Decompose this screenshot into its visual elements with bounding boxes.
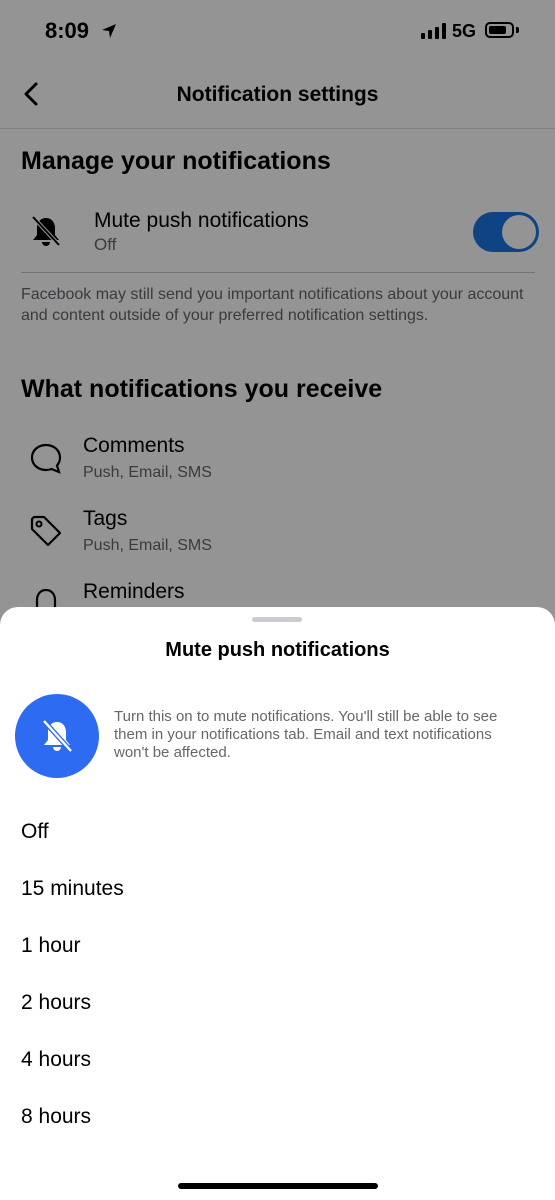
option-1-hour[interactable]: 1 hour: [21, 934, 81, 958]
grab-handle[interactable]: [252, 617, 302, 622]
home-indicator[interactable]: [178, 1183, 378, 1189]
sheet-title: Mute push notifications: [165, 639, 390, 661]
muted-bell-icon: [42, 719, 73, 753]
option-4-hours[interactable]: 4 hours: [21, 1048, 91, 1072]
option-15-minutes[interactable]: 15 minutes: [21, 877, 124, 901]
mute-bottom-sheet: Mute push notifications Turn this on to …: [0, 607, 555, 1200]
sheet-icon-badge: [15, 694, 99, 778]
option-2-hours[interactable]: 2 hours: [21, 991, 91, 1015]
option-off[interactable]: Off: [21, 820, 49, 844]
option-8-hours[interactable]: 8 hours: [21, 1105, 91, 1129]
sheet-description: Turn this on to mute notifications. You'…: [114, 708, 498, 761]
